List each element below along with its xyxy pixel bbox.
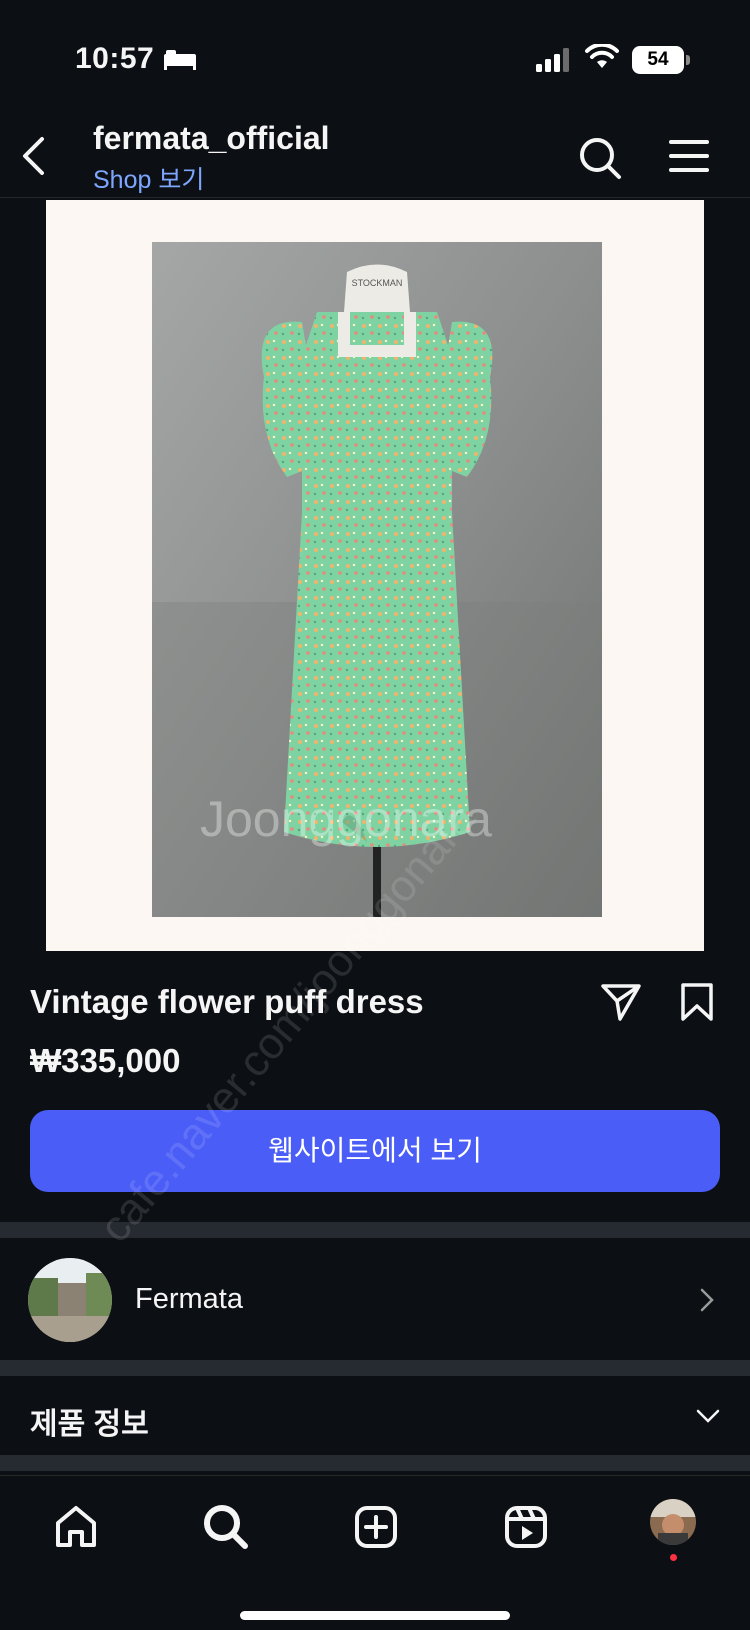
- shop-row[interactable]: Fermata: [0, 1240, 750, 1360]
- share-icon[interactable]: [600, 982, 642, 1022]
- bookmark-icon[interactable]: [679, 982, 715, 1022]
- create-icon[interactable]: [350, 1501, 402, 1553]
- chevron-down-icon: [696, 1409, 720, 1423]
- product-image-frame[interactable]: STOCKMAN: [46, 200, 704, 951]
- shop-name: Fermata: [135, 1283, 243, 1315]
- view-shop-link[interactable]: Shop 보기: [93, 160, 204, 196]
- status-bar: 10:57 54: [0, 0, 750, 110]
- chevron-right-icon: [700, 1288, 714, 1312]
- mannequin-label: STOCKMAN: [352, 278, 403, 288]
- search-icon[interactable]: [578, 136, 622, 180]
- status-time: 10:57: [75, 42, 155, 75]
- product-photo: STOCKMAN: [152, 242, 602, 917]
- product-price: ₩335,000: [30, 1042, 181, 1079]
- bottom-tab-bar: [0, 1475, 750, 1630]
- menu-icon[interactable]: [668, 138, 710, 174]
- section-divider: [0, 1222, 750, 1238]
- product-title: Vintage flower puff dress: [30, 983, 424, 1020]
- product-info-row[interactable]: 제품 정보: [0, 1377, 750, 1455]
- battery-tip: [686, 55, 690, 65]
- battery-indicator: 54: [632, 46, 684, 74]
- account-name[interactable]: fermata_official: [93, 120, 330, 157]
- section-divider: [0, 1360, 750, 1376]
- explore-icon[interactable]: [200, 1501, 252, 1553]
- dress-illustration: STOCKMAN: [152, 242, 602, 917]
- sleep-focus-icon: [164, 50, 196, 70]
- home-icon[interactable]: [50, 1501, 102, 1553]
- product-info-label: 제품 정보: [30, 1408, 149, 1441]
- wifi-icon: [585, 44, 619, 68]
- section-divider: [0, 1455, 750, 1471]
- reels-icon[interactable]: [500, 1501, 552, 1553]
- home-indicator: [240, 1611, 510, 1620]
- profile-avatar[interactable]: [650, 1499, 696, 1545]
- top-header: fermata_official Shop 보기: [0, 110, 750, 198]
- back-icon[interactable]: [20, 136, 48, 176]
- cellular-signal-icon: [536, 48, 569, 72]
- shop-avatar: [28, 1258, 112, 1342]
- view-on-website-button[interactable]: 웹사이트에서 보기: [30, 1110, 720, 1192]
- notification-dot: [670, 1554, 677, 1561]
